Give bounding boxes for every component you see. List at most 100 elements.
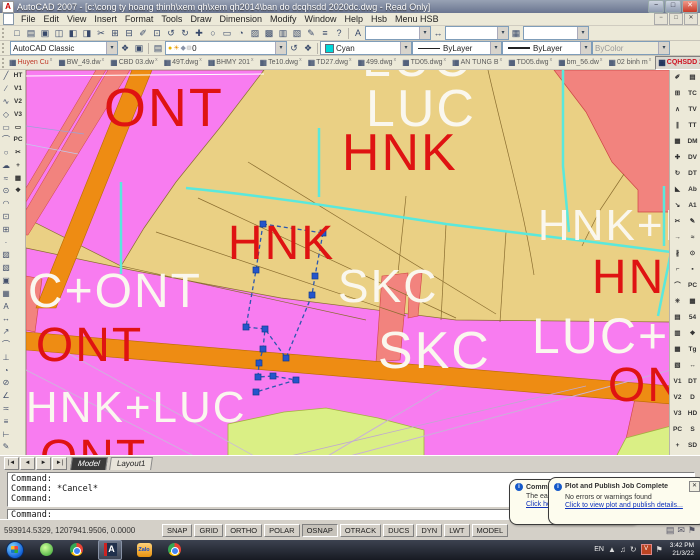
chevron-down-icon[interactable]: ▾	[577, 27, 588, 39]
drawing-tab[interactable]: ▦ BHMY 201 x	[206, 57, 256, 69]
language-indicator[interactable]: EN	[594, 546, 604, 553]
v3-button[interactable]: V3	[12, 109, 24, 122]
erase-icon[interactable]: ✐	[670, 70, 685, 86]
v3-right-button[interactable]: V3	[670, 406, 685, 422]
trim-icon[interactable]: ✂	[670, 214, 685, 230]
drawing-tab-close-icon[interactable]: x	[251, 57, 254, 63]
drawing-tab[interactable]: ▦ CQHSDD 20 x	[655, 56, 700, 70]
plus-icon[interactable]: +	[12, 160, 24, 173]
dim-style-dropdown[interactable]: ▾	[445, 26, 509, 40]
drawing-tab-close-icon[interactable]: x	[649, 57, 652, 63]
workspace-dropdown[interactable]: AutoCAD Classic ▾	[10, 41, 118, 55]
tv-button[interactable]: TV	[685, 102, 700, 118]
redo-icon[interactable]: ↻	[178, 27, 192, 40]
tab-last-button[interactable]: ►|	[52, 457, 67, 470]
dot-icon[interactable]: ▪	[685, 262, 700, 278]
gradient-icon[interactable]: ▧	[0, 262, 12, 275]
properties-icon[interactable]: ▨	[248, 27, 262, 40]
break-icon[interactable]: ∦	[670, 246, 685, 262]
scale-icon[interactable]: ◣	[670, 182, 685, 198]
tab-next-button[interactable]: ►	[36, 457, 51, 470]
notification-flag-icon[interactable]: ⚑	[688, 525, 696, 536]
array-icon[interactable]: ▦	[670, 134, 685, 150]
designcenter-icon[interactable]: ▩	[262, 27, 276, 40]
make-object-layer-current-icon[interactable]: ↺	[287, 42, 301, 55]
dim-continue-icon[interactable]: ⊢	[0, 429, 12, 442]
paste-icon[interactable]: ⊟	[122, 27, 136, 40]
hatch-icon[interactable]: ▨	[0, 249, 12, 262]
linetype-dropdown[interactable]: ByLayer ▾	[412, 41, 502, 55]
layer-properties-icon[interactable]: ▤	[151, 42, 165, 55]
region-icon[interactable]: ▣	[0, 275, 12, 288]
arc-icon[interactable]: ⌒	[0, 134, 12, 147]
new-icon[interactable]: □	[10, 27, 24, 40]
menu-item[interactable]: Help	[341, 14, 368, 24]
status-toggle-button[interactable]: MODEL	[472, 524, 509, 537]
layer-dropdown[interactable]: ● ☀ ◆ ■ 0 ▾	[165, 41, 287, 55]
drawing-tab[interactable]: ▦ Huyen Cu x	[7, 57, 54, 69]
chevron-down-icon[interactable]: ▾	[275, 42, 286, 54]
folder-icon[interactable]: ▤	[685, 70, 700, 86]
drawing-tab[interactable]: ▦ AN TUNG B x	[450, 57, 504, 69]
balloon-link[interactable]: Click to view plot and publish details..…	[565, 502, 700, 509]
drawing-tab[interactable]: ▦ TD27.dwg x	[306, 57, 354, 69]
copy-object-icon[interactable]: ⊞	[670, 86, 685, 102]
tg-button[interactable]: Tg	[685, 342, 700, 358]
start-button[interactable]	[6, 541, 24, 559]
menu-item[interactable]: Menu HSB	[391, 14, 443, 24]
ab-button[interactable]: Ab	[685, 182, 700, 198]
v2-right-button[interactable]: V2	[670, 390, 685, 406]
polyline-icon[interactable]: ∿	[0, 96, 12, 109]
menu-item[interactable]: Hsb	[367, 14, 391, 24]
dim-baseline-icon[interactable]: ≡	[0, 416, 12, 429]
dt-button[interactable]: DT	[685, 166, 700, 182]
menu-item[interactable]: Modify	[266, 14, 301, 24]
color-dropdown[interactable]: Cyan ▾	[320, 41, 412, 55]
dim-edit-icon[interactable]: ✎	[0, 441, 12, 454]
publish-icon[interactable]: ◨	[80, 27, 94, 40]
pencil-icon[interactable]: ✎	[685, 214, 700, 230]
status-toggle-button[interactable]: GRID	[194, 524, 223, 537]
point-icon[interactable]: ·	[0, 237, 12, 250]
copy-icon[interactable]: ⊞	[108, 27, 122, 40]
offset-icon[interactable]: ∥	[670, 118, 685, 134]
dim-angular-icon[interactable]: ∠	[0, 390, 12, 403]
table2-icon[interactable]: ▦	[685, 294, 700, 310]
ellipse-arc-icon[interactable]: ◠	[0, 198, 12, 211]
tab-prev-button[interactable]: ◄	[20, 457, 35, 470]
save-icon[interactable]: ▣	[38, 27, 52, 40]
flag-icon[interactable]: ⚑	[656, 545, 663, 554]
tt-button[interactable]: TT	[685, 118, 700, 134]
quickcalc-icon[interactable]: ≡	[318, 27, 332, 40]
paste-block-icon[interactable]: ▤	[670, 310, 685, 326]
drawing-canvas[interactable]: ONT LUC HNK HNK SKC SKC C+ONT ONT HNK+LU…	[26, 70, 669, 455]
drawing-tab-close-icon[interactable]: x	[102, 57, 105, 63]
drawing-tab[interactable]: ▦ BW_49.dw x	[56, 57, 106, 69]
workspace-settings-icon[interactable]: ❖	[118, 42, 132, 55]
drawing-tab[interactable]: ▦ bm_56.dw x	[556, 57, 604, 69]
drawing-tab[interactable]: ▦ 02 binh m x	[606, 57, 653, 69]
sd-button[interactable]: SD	[685, 438, 700, 454]
text-style-dropdown[interactable]: ▾	[365, 26, 431, 40]
my-workspace-icon[interactable]: ▣	[132, 42, 146, 55]
fillet-icon[interactable]: ⌒	[670, 278, 685, 294]
dim-arc-icon[interactable]: ⌒	[0, 339, 12, 352]
volume-icon[interactable]: ♫	[620, 545, 626, 554]
paste-hatch-icon[interactable]: ▧	[670, 358, 685, 374]
table-icon[interactable]: ▦	[0, 288, 12, 301]
chevron-down-icon[interactable]: ▾	[419, 27, 430, 39]
grid-icon[interactable]: ▦	[12, 173, 24, 186]
construction-line-icon[interactable]: ∕	[0, 83, 12, 96]
pc-button[interactable]: PC	[12, 134, 24, 147]
dm-button[interactable]: DM	[685, 134, 700, 150]
close-button[interactable]: ✕	[682, 0, 698, 13]
tab-first-button[interactable]: |◄	[4, 457, 19, 470]
mirror-icon[interactable]: ∧	[670, 102, 685, 118]
tool-palettes-icon[interactable]: ▥	[276, 27, 290, 40]
plot-tray-icon[interactable]: ▤	[666, 525, 675, 536]
wave-icon[interactable]: ≈	[685, 230, 700, 246]
menu-item[interactable]: File	[17, 14, 40, 24]
drawing-tab-close-icon[interactable]: x	[349, 57, 352, 63]
s-button[interactable]: S	[685, 422, 700, 438]
tray-up-arrow-icon[interactable]: ▲	[608, 545, 616, 554]
